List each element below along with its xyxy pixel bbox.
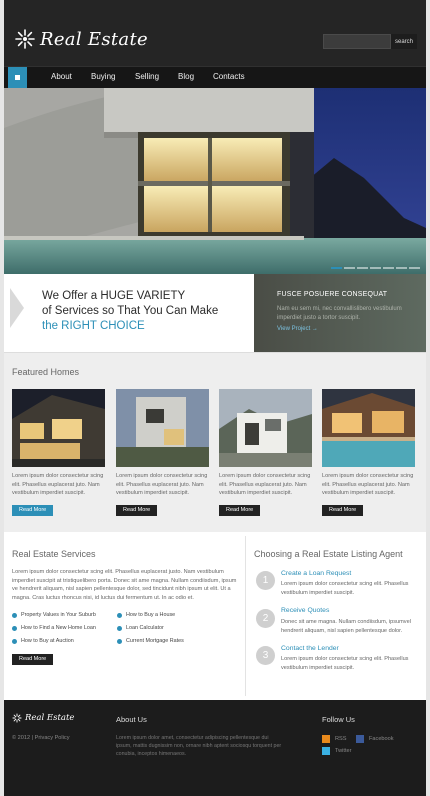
card-description: Lorem ipsum dolor consectetur scing elit… (219, 473, 311, 496)
promo-text: Nam eu sem mi, nec convallislibero vesti… (277, 306, 402, 321)
slider-dot[interactable] (383, 267, 394, 269)
read-more-button[interactable]: Read More (219, 504, 261, 516)
bullet-icon (12, 625, 17, 631)
read-more-button[interactable]: Read More (322, 504, 364, 516)
nav-item-blog[interactable]: Blog (178, 72, 194, 81)
step-number: 2 (256, 609, 275, 628)
site-header: Real Estate search (4, 0, 426, 66)
site-logo[interactable]: Real Estate (14, 26, 148, 52)
services-read-more-button[interactable]: Read More (12, 654, 54, 665)
twitter-link[interactable]: Twitter (322, 747, 351, 755)
featured-title: Featured Homes (12, 367, 80, 377)
service-link[interactable]: Current Mortgage Rates (117, 638, 184, 644)
facebook-link[interactable]: Facebook (356, 735, 394, 743)
bullet-icon (117, 638, 122, 644)
house-photo[interactable] (12, 389, 105, 467)
logo-text: Real Estate (40, 28, 148, 50)
offer-line-2: of Services so That You Can Make (42, 305, 219, 317)
step-number: 3 (256, 646, 275, 665)
slider-dot[interactable] (370, 267, 381, 269)
facebook-icon (356, 735, 364, 743)
bullet-icon (12, 612, 17, 618)
slider-dot[interactable] (357, 267, 368, 269)
card-description: Lorem ipsum dolor consectetur scing elit… (322, 473, 414, 496)
slider-dot[interactable] (344, 267, 355, 269)
house-photo[interactable] (116, 389, 209, 467)
hero-house-image (4, 88, 426, 274)
step-title-link[interactable]: Receive Quotes (281, 607, 329, 614)
services-text: Lorem ipsum dolor consectetur scing elit… (12, 569, 237, 601)
service-link[interactable]: Property Values in Your Suburb (12, 612, 96, 618)
rss-link[interactable]: RSS (322, 735, 347, 743)
bullet-icon (117, 612, 122, 618)
read-more-button[interactable]: Read More (12, 504, 54, 516)
promo-title: FUSCE POSUERE CONSEQUAT (277, 291, 388, 298)
slider-dot[interactable] (331, 267, 342, 269)
featured-card: Lorem ipsum dolor consectetur scing elit… (219, 389, 312, 516)
featured-card: Lorem ipsum dolor consectetur scing elit… (116, 389, 209, 516)
nav-item-about[interactable]: About (51, 72, 72, 81)
home-button[interactable] (8, 67, 27, 88)
search-input[interactable] (323, 34, 391, 49)
view-project-link[interactable]: View Project → (277, 326, 318, 332)
offer-line-1: We Offer a HUGE VARIETY (42, 290, 186, 302)
about-title: About Us (116, 715, 147, 724)
hero-slider (4, 88, 426, 274)
services-title: Real Estate Services (12, 549, 96, 559)
nav-item-buying[interactable]: Buying (91, 72, 115, 81)
service-link[interactable]: How to Buy at Auction (12, 638, 74, 644)
column-divider (245, 536, 246, 696)
service-link[interactable]: Loan Calculator (117, 625, 164, 631)
copyright-text[interactable]: © 2012 | Privacy Policy (12, 735, 70, 741)
footer-logo-text: Real Estate (25, 713, 75, 723)
step-text: Lorem ipsum dolor consectetur scing elit… (281, 656, 409, 671)
site-footer: Real Estate © 2012 | Privacy Policy Abou… (4, 700, 426, 796)
offer-headline: We Offer a HUGE VARIETY of Services so T… (42, 289, 252, 334)
main-nav: About Buying Selling Blog Contacts (4, 66, 426, 88)
card-description: Lorem ipsum dolor consectetur scing elit… (116, 473, 208, 496)
step-number: 1 (256, 571, 275, 590)
step-title-link[interactable]: Contact the Lender (281, 645, 339, 652)
bullet-icon (117, 625, 122, 631)
featured-homes-section: Featured Homes Lorem ipsum dolor consect… (4, 352, 426, 532)
offer-line-3: the RIGHT CHOICE (42, 320, 145, 332)
slider-dot[interactable] (409, 267, 420, 269)
logo-burst-icon (15, 29, 35, 49)
read-more-button[interactable]: Read More (116, 504, 158, 516)
slider-dot[interactable] (396, 267, 407, 269)
logo-burst-icon (12, 713, 22, 723)
rss-icon (322, 735, 330, 743)
arrow-right-icon (10, 288, 24, 328)
slider-dots (331, 267, 420, 269)
search-form: search (323, 34, 417, 49)
search-button[interactable]: search (391, 34, 417, 49)
footer-logo[interactable]: Real Estate (12, 713, 74, 723)
follow-title: Follow Us (322, 715, 355, 724)
promo-box: FUSCE POSUERE CONSEQUAT Nam eu sem mi, n… (254, 274, 426, 352)
card-description: Lorem ipsum dolor consectetur scing elit… (12, 473, 104, 496)
agent-title: Choosing a Real Estate Listing Agent (254, 549, 403, 559)
twitter-icon (322, 747, 330, 755)
service-link[interactable]: How to Buy a House (117, 612, 175, 618)
home-icon (15, 75, 20, 80)
house-photo[interactable] (219, 389, 312, 467)
bullet-icon (12, 638, 17, 644)
nav-item-contacts[interactable]: Contacts (213, 72, 245, 81)
featured-card: Lorem ipsum dolor consectetur scing elit… (12, 389, 105, 516)
step-text: Lorem ipsum dolor consectetur scing elit… (281, 581, 409, 596)
nav-item-selling[interactable]: Selling (135, 72, 159, 81)
house-photo[interactable] (322, 389, 415, 467)
service-link[interactable]: How to Find a New Home Loan (12, 625, 96, 631)
featured-card: Lorem ipsum dolor consectetur scing elit… (322, 389, 415, 516)
step-title-link[interactable]: Create a Loan Request (281, 570, 351, 577)
step-text: Donec sit ame magna. Nullam condiisdum, … (281, 619, 411, 634)
about-text: Lorem ipsum dolor amet, consectetur adip… (116, 735, 282, 757)
services-section: Real Estate Services Lorem ipsum dolor c… (4, 532, 426, 700)
